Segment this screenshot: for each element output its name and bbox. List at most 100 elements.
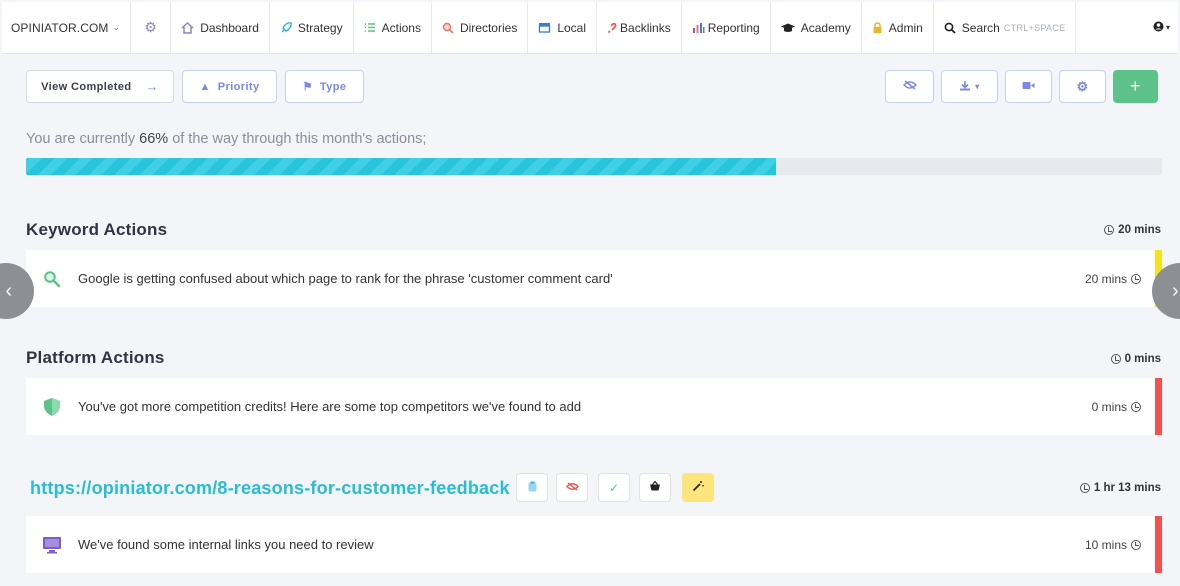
global-search[interactable]: Search CTRL+SPACE [934,2,1077,53]
flag-icon: ⚑ [302,81,313,93]
monitor-icon [42,535,62,555]
nav-item-dashboard[interactable]: Dashboard [171,2,270,53]
section-title-keyword: Keyword Actions [26,220,168,239]
action-text: You've got more competition credits! Her… [78,399,582,414]
video-button[interactable] [1005,70,1052,103]
nav-label: Actions [381,20,421,35]
action-time: 20 mins [1085,272,1141,286]
section-total-keyword: 20 mins [1104,224,1161,236]
nav-item-actions[interactable]: Actions [354,2,432,53]
home-icon [181,21,194,34]
view-completed-label: View Completed [41,80,132,93]
progress-suffix: of the way through this month's actions; [172,131,427,147]
type-label: Type [319,80,347,93]
view-completed-button[interactable]: View Completed → [26,70,174,103]
nav-item-admin[interactable]: Admin [862,2,934,53]
hide-url-button[interactable] [556,473,588,502]
warning-triangle-icon: ▲ [199,80,211,93]
chevron-down-icon: ▾ [975,82,980,91]
action-text: We've found some internal links you need… [78,537,374,552]
graduation-cap-icon [780,23,795,33]
chevron-down-icon: ▾ [1165,23,1170,32]
add-action-button[interactable]: + [1113,70,1158,103]
action-card-internal-links[interactable]: We've found some internal links you need… [26,516,1162,573]
avatar-icon [1153,21,1164,35]
action-card-platform[interactable]: You've got more competition credits! Her… [26,378,1162,435]
nav-item-academy[interactable]: Academy [771,2,862,53]
nav-label: Local [557,20,587,35]
action-card-keyword[interactable]: Google is getting confused about which p… [26,250,1162,307]
brand-label: OPINIATOR.COM [11,20,109,35]
store-icon [538,22,551,33]
video-icon [1022,81,1035,93]
clock-icon [1131,539,1141,550]
settings-button[interactable]: ⚙ [1059,70,1106,103]
nav-item-directories[interactable]: Directories [432,2,529,53]
chevron-left-icon: ‹ [5,279,12,302]
clock-icon [1110,354,1121,364]
action-time-label: 0 mins [1091,399,1127,414]
section-total-label: 20 mins [1118,224,1161,236]
download-icon [959,80,971,94]
nav-item-backlinks[interactable]: Backlinks [597,2,682,53]
basket-button[interactable] [639,473,671,502]
page-url-link[interactable]: https://opiniator.com/8-reasons-for-cust… [30,478,510,499]
nav-label: Admin [888,20,923,35]
progress-bar [26,158,1162,175]
rocket-icon [280,21,292,34]
priority-indicator-bar [1155,378,1162,435]
link-icon [607,22,617,34]
nav-label: Academy [800,20,851,35]
lock-icon [872,21,883,34]
nav-label: Strategy [297,20,343,35]
nav-label: Directories [459,20,518,35]
chevron-down-icon: ⌄ [112,22,121,32]
account-switcher[interactable]: OPINIATOR.COM ⌄ [2,2,132,53]
user-menu[interactable]: ▾ [1153,2,1170,53]
clock-icon [1131,273,1141,284]
section-total-label: 0 mins [1124,353,1161,365]
section-total-page: 1 hr 13 mins [1079,482,1161,494]
basket-icon [649,480,661,494]
progress-prefix: You are currently [26,131,136,147]
eye-slash-icon [565,481,579,494]
shield-icon [42,397,62,417]
priority-filter-button[interactable]: ▲ Priority [182,70,277,103]
nav-label: Backlinks [620,20,671,35]
clock-icon [1104,225,1115,235]
section-title-platform: Platform Actions [26,348,165,367]
progress-percent: 66% [139,131,169,147]
plus-icon: + [1130,76,1141,96]
magnifier-icon [442,22,454,34]
action-time-label: 20 mins [1084,271,1127,286]
priority-indicator-bar [1155,516,1162,573]
list-icon [364,22,376,33]
eye-slash-icon [902,80,917,93]
action-time: 0 mins [1092,400,1141,414]
settings-gear-icon[interactable]: ⚙ [131,2,172,53]
magic-wand-icon [692,480,704,495]
magic-wand-button[interactable] [682,473,714,502]
chevron-right-icon: › [1172,279,1179,302]
search-label: Search [961,20,1000,35]
copy-url-button[interactable] [516,473,548,502]
magnifier-icon [42,269,62,289]
type-filter-button[interactable]: ⚑ Type [285,70,364,103]
clock-icon [1131,401,1141,412]
nav-item-strategy[interactable]: Strategy [270,2,354,53]
download-button[interactable]: ▾ [941,70,998,103]
bar-chart-icon [692,22,705,33]
clipboard-icon [528,481,537,495]
action-time-label: 10 mins [1084,537,1127,552]
nav-item-local[interactable]: Local [528,2,598,53]
hide-actions-button[interactable] [885,70,934,103]
complete-url-button[interactable]: ✓ [598,473,630,502]
nav-label: Dashboard [200,20,259,35]
progress-bar-fill [26,158,776,175]
arrow-right-icon: → [145,79,159,94]
gear-icon: ⚙ [1076,78,1089,94]
top-nav: OPINIATOR.COM ⌄ ⚙ Dashboard Strategy Act… [2,2,1178,54]
nav-item-reporting[interactable]: Reporting [682,2,771,53]
progress-text: You are currently 66% of the way through… [26,131,426,147]
nav-label: Reporting [707,20,760,35]
